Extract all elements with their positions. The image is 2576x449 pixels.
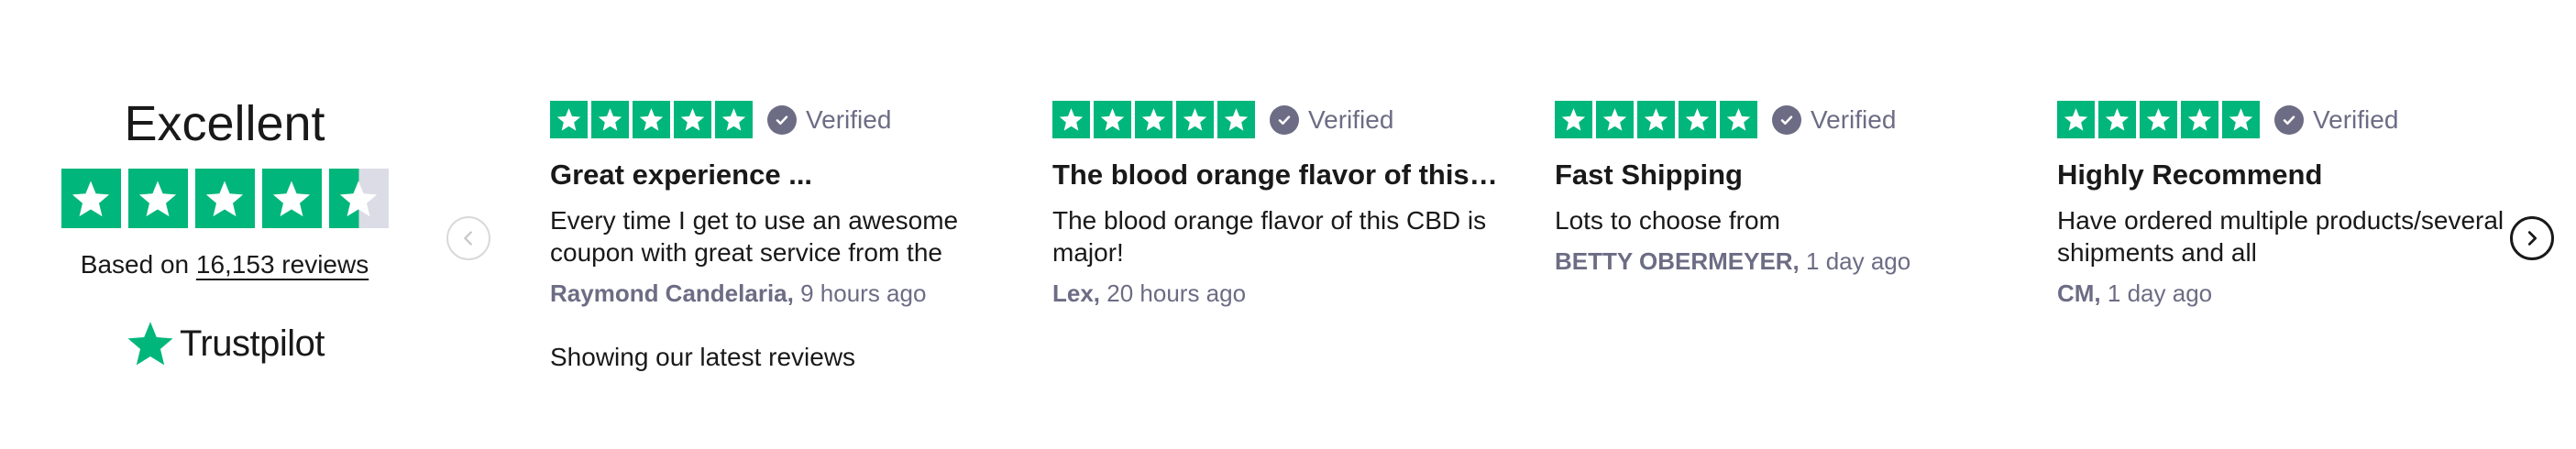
rating-title: Excellent: [124, 96, 325, 151]
review-header: Verified: [550, 101, 999, 138]
star-icon: [633, 101, 670, 138]
star-icon: [261, 169, 322, 228]
review-author: Lex,: [1052, 279, 1101, 307]
review-body: The blood orange flavor of this CBD is m…: [1052, 206, 1487, 267]
based-on-prefix: Based on: [80, 250, 196, 279]
review-card[interactable]: Verified Great experience ... Every time…: [550, 101, 999, 308]
review-rating-stars: [550, 101, 753, 138]
verified-badge: Verified: [767, 104, 892, 135]
star-icon: [550, 101, 588, 138]
star-icon: [1094, 101, 1131, 138]
based-on-text: Based on 16,153 reviews: [55, 250, 394, 279]
chevron-right-icon: [2527, 231, 2537, 246]
next-button[interactable]: [2510, 216, 2554, 260]
review-meta: BETTY OBERMEYER, 1 day ago: [1555, 247, 2004, 276]
verified-badge: Verified: [1772, 104, 1897, 135]
review-time: 1 day ago: [1806, 247, 1911, 275]
latest-reviews-note: Showing our latest reviews: [550, 343, 856, 371]
review-body: Lots to choose from: [1555, 206, 1780, 235]
star-icon: [1720, 101, 1757, 138]
review-meta: CM, 1 day ago: [2057, 279, 2506, 308]
star-icon: [2222, 101, 2260, 138]
review-title: Great experience ...: [550, 159, 813, 191]
review-title: The blood orange flavor of this CBD is m…: [1052, 159, 1502, 191]
review-body: Every time I get to use an awesome coupo…: [550, 206, 959, 267]
review-card[interactable]: Verified Fast Shipping Lots to choose fr…: [1555, 101, 2004, 276]
reviews-count-link[interactable]: 16,153 reviews: [196, 250, 369, 279]
star-icon: [2181, 101, 2218, 138]
star-icon: [1679, 101, 1716, 138]
verified-badge: Verified: [1270, 104, 1394, 135]
star-icon: [1135, 101, 1172, 138]
trustpilot-wordmark: Trustpilot: [179, 323, 325, 364]
star-icon: [2057, 101, 2095, 138]
star-icon: [1176, 101, 1214, 138]
star-icon: [674, 101, 711, 138]
review-card[interactable]: Verified The blood orange flavor of this…: [1052, 101, 1502, 308]
review-title: Highly Recommend: [2057, 159, 2323, 191]
review-rating-stars: [1052, 101, 1255, 138]
verified-badge: Verified: [2274, 104, 2399, 135]
check-circle-icon: [767, 104, 797, 135]
star-icon: [2140, 101, 2177, 138]
review-time: 9 hours ago: [800, 279, 927, 307]
star-icon: [2098, 101, 2136, 138]
review-time: 1 day ago: [2107, 279, 2213, 307]
verified-label: Verified: [1308, 104, 1394, 134]
verified-label: Verified: [1811, 104, 1897, 134]
review-header: Verified: [1052, 101, 1502, 138]
review-author: CM,: [2057, 279, 2101, 307]
review-author: BETTY OBERMEYER,: [1555, 247, 1800, 275]
star-icon: [61, 169, 121, 228]
trustpilot-logo[interactable]: Trustpilot: [55, 318, 394, 369]
review-body: Have ordered multiple products/several s…: [2057, 206, 2504, 267]
star-icon: [1637, 101, 1675, 138]
review-time: 20 hours ago: [1106, 279, 1247, 307]
review-header: Verified: [1555, 101, 2004, 138]
check-circle-icon: [2274, 104, 2304, 135]
review-meta: Raymond Candelaria, 9 hours ago: [550, 279, 999, 308]
chevron-left-icon: [464, 231, 472, 246]
review-title: Fast Shipping: [1555, 159, 1743, 191]
trustpilot-star-icon: [127, 322, 173, 366]
verified-label: Verified: [2313, 104, 2399, 134]
review-rating-stars: [1555, 101, 1757, 138]
star-icon: [1217, 101, 1255, 138]
star-icon: [194, 169, 255, 228]
half-star-icon: [328, 169, 389, 228]
check-circle-icon: [1270, 104, 1299, 135]
review-card[interactable]: Verified Highly Recommend Have ordered m…: [2057, 101, 2506, 308]
star-icon: [1596, 101, 1634, 138]
star-icon: [591, 101, 629, 138]
overall-rating-stars: [55, 169, 394, 228]
star-icon: [127, 169, 188, 228]
review-header: Verified: [2057, 101, 2506, 138]
review-rating-stars: [2057, 101, 2260, 138]
star-icon: [1555, 101, 1592, 138]
rating-summary: Excellent Based on 16,153 reviews Trustp…: [55, 92, 394, 369]
review-author: Raymond Candelaria,: [550, 279, 794, 307]
star-icon: [715, 101, 753, 138]
review-meta: Lex, 20 hours ago: [1052, 279, 1502, 308]
star-icon: [1052, 101, 1090, 138]
check-circle-icon: [1772, 104, 1801, 135]
previous-button[interactable]: [446, 216, 490, 260]
verified-label: Verified: [806, 104, 892, 134]
